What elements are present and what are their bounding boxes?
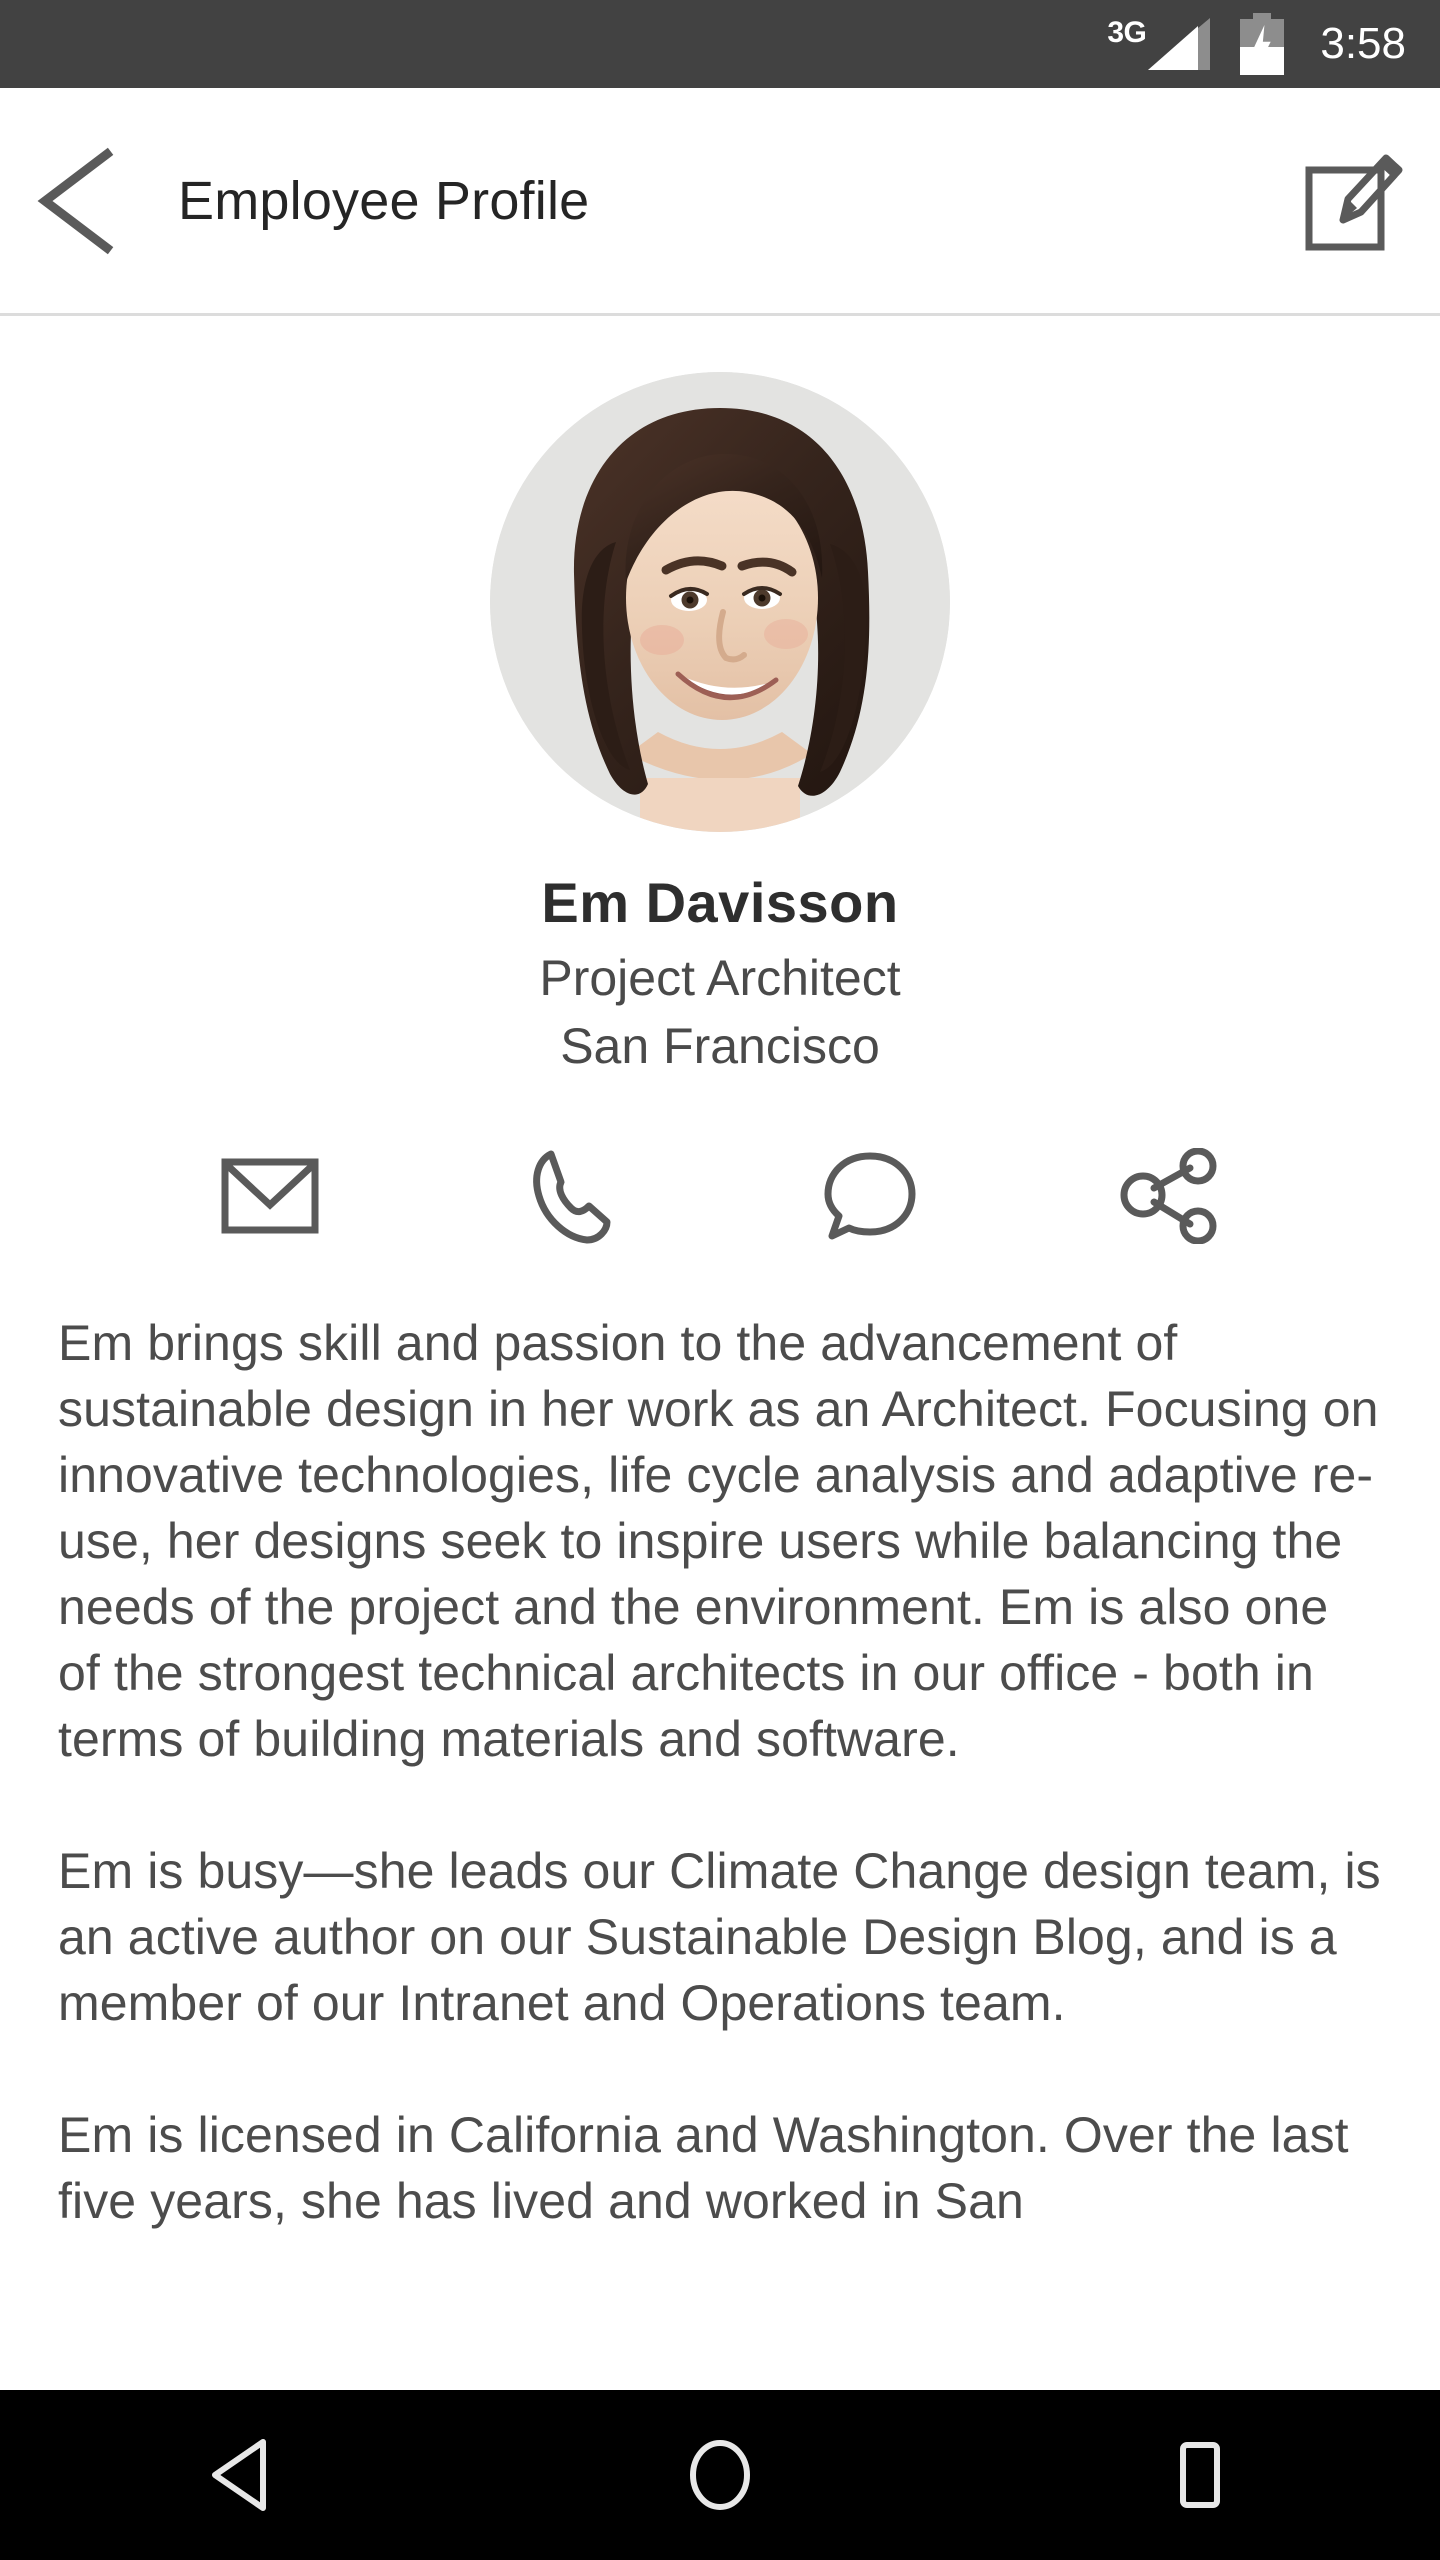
bio-paragraph: Em is licensed in California and Washing… [58,2107,1349,2229]
system-nav-bar [0,2390,1440,2560]
app-bar: Employee Profile [0,88,1440,314]
edit-button[interactable] [1270,88,1440,314]
email-button[interactable] [120,1131,420,1261]
battery-charging-icon [1240,13,1285,75]
profile-role: Project Architect [539,950,901,1006]
envelope-icon [221,1158,319,1234]
phone-screen: 3G 3:58 Employee Profile Em Davisson Pro… [0,0,1440,2560]
nav-recents-icon [1180,2442,1220,2508]
nav-recents-button[interactable] [960,2390,1440,2560]
profile-section: Em Davisson Project Architect San Franci… [0,316,1440,1261]
avatar [490,372,950,832]
nav-back-button[interactable] [0,2390,480,2560]
phone-icon [533,1150,611,1244]
profile-name: Em Davisson [541,871,899,934]
chat-bubble-icon [824,1152,916,1240]
bio-paragraph: Em brings skill and passion to the advan… [58,1315,1379,1767]
phone-button[interactable] [420,1131,720,1261]
share-icon [1120,1148,1217,1244]
back-button[interactable] [0,88,150,314]
nav-home-icon [690,2440,750,2510]
status-bar: 3G 3:58 [0,0,1440,88]
bio-paragraph: Em is busy—she leads our Climate Change … [58,1843,1381,2031]
edit-icon [1305,154,1403,251]
page-title: Employee Profile [178,171,590,231]
profile-actions [0,1131,1440,1261]
back-icon [37,147,114,255]
clock-label: 3:58 [1320,19,1406,68]
avatar-photo [490,372,950,832]
message-button[interactable] [720,1131,1020,1261]
profile-location: San Francisco [560,1018,880,1074]
signal-icon [1148,18,1211,70]
share-button[interactable] [1020,1131,1320,1261]
network-type-label: 3G [1107,16,1147,49]
nav-back-icon [212,2439,266,2511]
nav-home-button[interactable] [480,2390,960,2560]
bio-section: Em brings skill and passion to the advan… [0,1310,1440,2390]
